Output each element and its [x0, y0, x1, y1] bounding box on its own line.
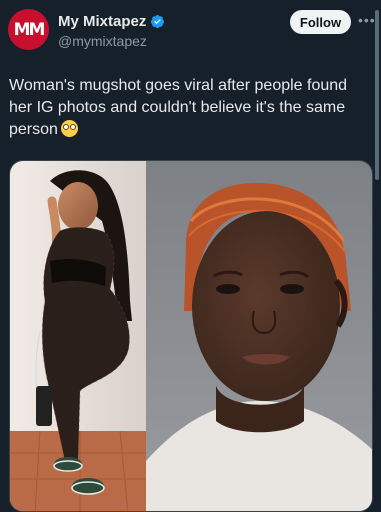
avatar[interactable]: MM	[8, 9, 49, 50]
verified-badge-icon	[151, 14, 165, 29]
avatar-logo-text: MM	[13, 19, 46, 40]
more-icon[interactable]: •••	[358, 12, 376, 28]
mugshot-photo-image[interactable]	[146, 161, 373, 512]
tweet-media[interactable]	[9, 160, 373, 512]
tweet-text: Woman's mugshot goes viral after people …	[9, 75, 369, 141]
scrollbar[interactable]	[375, 10, 379, 180]
follow-button[interactable]: Follow	[290, 10, 351, 34]
author-name-row: My Mixtapez	[58, 13, 165, 30]
flushed-face-emoji-icon	[60, 120, 78, 137]
ig-photo-image[interactable]	[10, 161, 146, 512]
tweet-text-body: Woman's mugshot goes viral after people …	[9, 77, 348, 138]
display-name[interactable]: My Mixtapez	[58, 13, 146, 30]
tweet: MM My Mixtapez @mymixtapez Follow ••• Wo…	[0, 0, 381, 512]
author-handle[interactable]: @mymixtapez	[58, 33, 147, 49]
